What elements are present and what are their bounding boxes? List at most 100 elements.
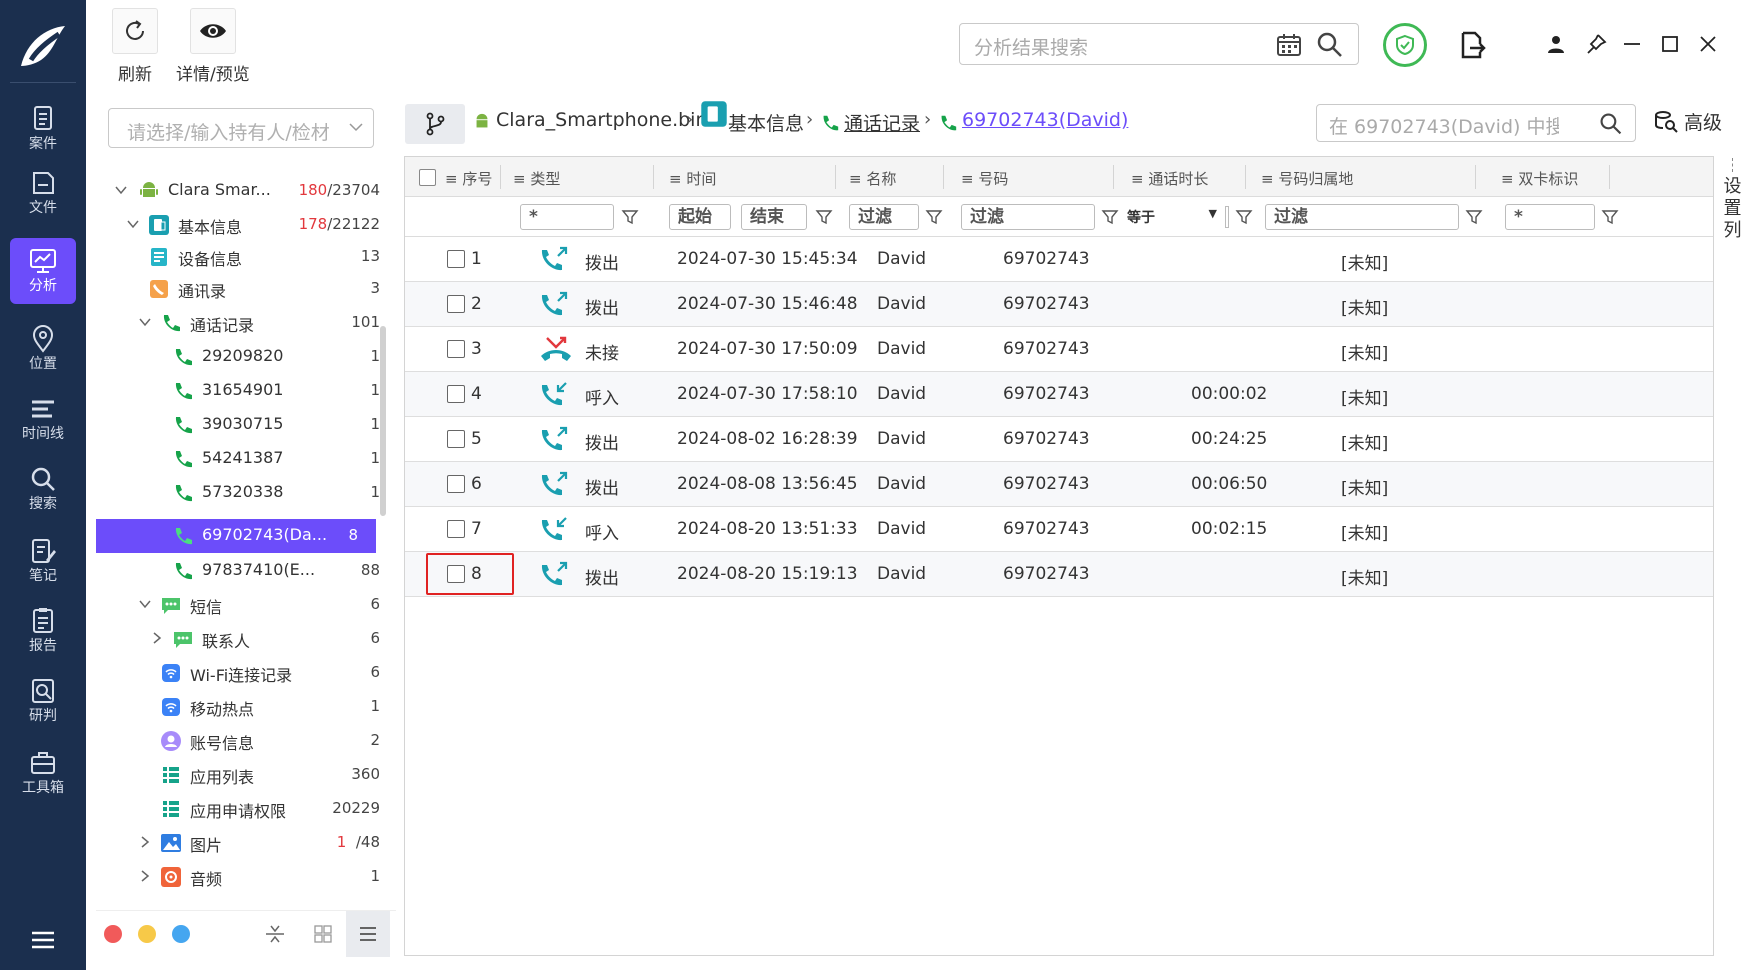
- col-header-name[interactable]: ≡ 名称: [849, 168, 896, 189]
- table-row[interactable]: 6 拨出 2024-08-08 13:56:45 David 69702743 …: [405, 462, 1713, 507]
- holder-select-input[interactable]: 请选择/输入持有人/检材: [108, 108, 374, 148]
- column-settings-button[interactable]: 设置列: [1715, 156, 1750, 276]
- chevron-right-icon[interactable]: [138, 869, 152, 883]
- chevron-right-icon[interactable]: [150, 631, 164, 645]
- table-row[interactable]: 2 拨出 2024-07-30 15:46:48 David 69702743 …: [405, 282, 1713, 327]
- tree-item-app-list[interactable]: 应用列表 360: [96, 758, 386, 792]
- tree-item-call-number[interactable]: 57320338 1: [96, 476, 386, 510]
- table-row[interactable]: 3 未接 2024-07-30 17:50:09 David 69702743 …: [405, 327, 1713, 372]
- red-dot-filter[interactable]: [104, 925, 122, 943]
- tree-item-account[interactable]: 账号信息 2: [96, 724, 386, 758]
- search-icon[interactable]: [1316, 31, 1344, 59]
- tree-item-sms[interactable]: 短信 6: [96, 588, 386, 622]
- filter-icon[interactable]: [1465, 208, 1483, 226]
- pin-icon[interactable]: [1584, 32, 1608, 56]
- table-row[interactable]: 4 呼入 2024-07-30 17:58:10 David 69702743 …: [405, 372, 1713, 417]
- select-all-checkbox[interactable]: [419, 169, 436, 186]
- tree-item-wifi[interactable]: Wi-Fi连接记录 6: [96, 656, 386, 690]
- yellow-dot-filter[interactable]: [138, 925, 156, 943]
- filter-icon[interactable]: [1601, 208, 1619, 226]
- duration-operator-select[interactable]: 等于 ▼: [1127, 207, 1217, 229]
- row-checkbox[interactable]: [447, 250, 465, 268]
- filter-icon[interactable]: [815, 208, 833, 226]
- table-row[interactable]: 7 呼入 2024-08-20 13:51:33 David 69702743 …: [405, 507, 1713, 552]
- table-row[interactable]: 5 拨出 2024-08-02 16:28:39 David 69702743 …: [405, 417, 1713, 462]
- tree-item-device[interactable]: Clara Smar... 180/23704: [96, 174, 386, 208]
- tree-item-basic-info[interactable]: 基本信息 178/22122: [96, 208, 386, 242]
- chevron-down-icon[interactable]: [138, 597, 152, 611]
- filter-start-input[interactable]: 起始: [669, 204, 731, 230]
- filter-icon[interactable]: [1235, 208, 1253, 226]
- tree-item-call-number[interactable]: 39030715 1: [96, 408, 386, 442]
- tree-item-call-number[interactable]: 29209820 1: [96, 340, 386, 374]
- filter-type-input[interactable]: *: [520, 204, 614, 230]
- filter-icon[interactable]: [621, 208, 639, 226]
- tree-item-call-number[interactable]: 54241387 1: [96, 442, 386, 476]
- col-header-time[interactable]: ≡ 时间: [669, 168, 716, 189]
- advanced-search-button[interactable]: 高级: [1654, 108, 1722, 135]
- chevron-right-icon[interactable]: [138, 835, 152, 849]
- breadcrumb-call-log[interactable]: 通话记录: [844, 109, 920, 136]
- tree-scrollbar[interactable]: [380, 326, 386, 516]
- table-row[interactable]: 8 拨出 2024-08-20 15:19:13 David 69702743 …: [405, 552, 1713, 597]
- tree-item-device-info[interactable]: 设备信息 13: [96, 240, 386, 274]
- filter-number-input[interactable]: 过滤: [961, 204, 1095, 230]
- breadcrumb-file[interactable]: Clara_Smartphone.bin: [496, 109, 708, 131]
- nav-item-toolbox[interactable]: 工具箱: [10, 740, 76, 804]
- nav-item-report[interactable]: 报告: [10, 598, 76, 662]
- nav-item-location[interactable]: 位置: [10, 316, 76, 380]
- chevron-down-icon[interactable]: [114, 183, 128, 197]
- maximize-icon[interactable]: [1658, 32, 1682, 56]
- collapse-all-icon[interactable]: [264, 923, 286, 945]
- filter-icon[interactable]: [1101, 208, 1119, 226]
- filter-location-input[interactable]: 过滤: [1265, 204, 1459, 230]
- chevron-down-icon[interactable]: [138, 315, 152, 329]
- col-header-type[interactable]: ≡ 类型: [513, 168, 560, 189]
- nav-item-case[interactable]: 案件: [10, 96, 76, 160]
- refresh-button[interactable]: 刷新: [112, 8, 158, 85]
- result-search-input[interactable]: 分析结果搜索: [959, 23, 1359, 65]
- col-header-duration[interactable]: ≡ 通话时长: [1131, 168, 1208, 189]
- user-icon[interactable]: [1544, 32, 1568, 56]
- row-checkbox[interactable]: [447, 520, 465, 538]
- tree-item-images[interactable]: 图片 1 /48: [96, 826, 386, 860]
- tree-item-call-number[interactable]: 97837410(E... 88: [96, 554, 386, 588]
- nav-item-file[interactable]: 文件: [10, 160, 76, 224]
- nav-item-timeline[interactable]: 时间线: [10, 386, 76, 450]
- close-icon[interactable]: [1696, 32, 1720, 56]
- security-status-button[interactable]: [1383, 23, 1427, 67]
- branch-button[interactable]: [405, 104, 465, 144]
- breadcrumb-current[interactable]: 69702743(David): [962, 109, 1128, 131]
- row-checkbox[interactable]: [447, 295, 465, 313]
- tree-item-app-permissions[interactable]: 应用申请权限 20229: [96, 792, 386, 826]
- table-row[interactable]: 1 拨出 2024-07-30 15:45:34 David 69702743 …: [405, 237, 1713, 282]
- minimize-icon[interactable]: [1620, 32, 1644, 56]
- tree-item-contacts[interactable]: 通讯录 3: [96, 272, 386, 306]
- nav-item-search[interactable]: 搜索: [10, 456, 76, 520]
- col-header-dual-sim[interactable]: ≡ 双卡标识: [1501, 168, 1578, 189]
- row-checkbox[interactable]: [447, 430, 465, 448]
- preview-button[interactable]: 详情/预览: [176, 8, 250, 85]
- nav-item-note[interactable]: 笔记: [10, 528, 76, 592]
- duration-value-input[interactable]: [1225, 206, 1229, 228]
- tree-item-call-log[interactable]: 通话记录 101: [96, 306, 386, 340]
- filter-dual-sim-input[interactable]: *: [1505, 204, 1595, 230]
- row-checkbox[interactable]: [447, 385, 465, 403]
- col-header-seq[interactable]: ≡ 序号: [445, 168, 492, 189]
- calendar-icon[interactable]: [1276, 33, 1302, 57]
- row-checkbox[interactable]: [447, 340, 465, 358]
- nav-item-analysis[interactable]: 分析: [10, 238, 76, 304]
- tree-item-audio[interactable]: 音频 1: [96, 860, 386, 894]
- scoped-search-input[interactable]: 在 69702743(David) 中搜索: [1316, 104, 1636, 142]
- grid-view-icon[interactable]: [312, 923, 334, 945]
- tree-item-hotspot[interactable]: 移动热点 1: [96, 690, 386, 724]
- tree-item-call-number-selected[interactable]: 69702743(Da... 8: [96, 519, 376, 553]
- list-view-button[interactable]: [346, 911, 390, 957]
- col-header-location[interactable]: ≡ 号码归属地: [1261, 168, 1353, 189]
- tree-item-call-number[interactable]: 31654901 1: [96, 374, 386, 408]
- search-icon[interactable]: [1599, 112, 1623, 136]
- hamburger-menu-icon[interactable]: [30, 930, 56, 950]
- row-checkbox[interactable]: [447, 475, 465, 493]
- blue-dot-filter[interactable]: [172, 925, 190, 943]
- export-file-icon[interactable]: [1460, 30, 1486, 60]
